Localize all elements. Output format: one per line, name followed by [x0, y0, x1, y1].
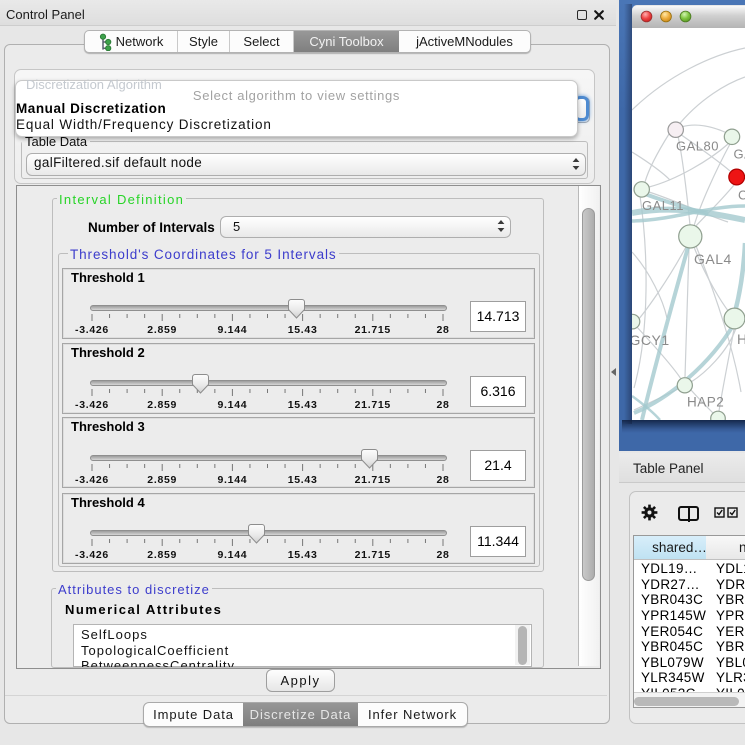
svg-text:GAL11: GAL11 — [642, 198, 684, 213]
svg-text:GAL4: GAL4 — [694, 251, 732, 267]
svg-text:GCY1: GCY1 — [632, 332, 670, 348]
svg-text:GA: GA — [734, 147, 745, 162]
svg-text:H: H — [737, 331, 745, 347]
svg-text:HAP2: HAP2 — [687, 395, 724, 410]
svg-text:GAL80: GAL80 — [676, 139, 719, 154]
svg-text:C: C — [738, 188, 745, 203]
